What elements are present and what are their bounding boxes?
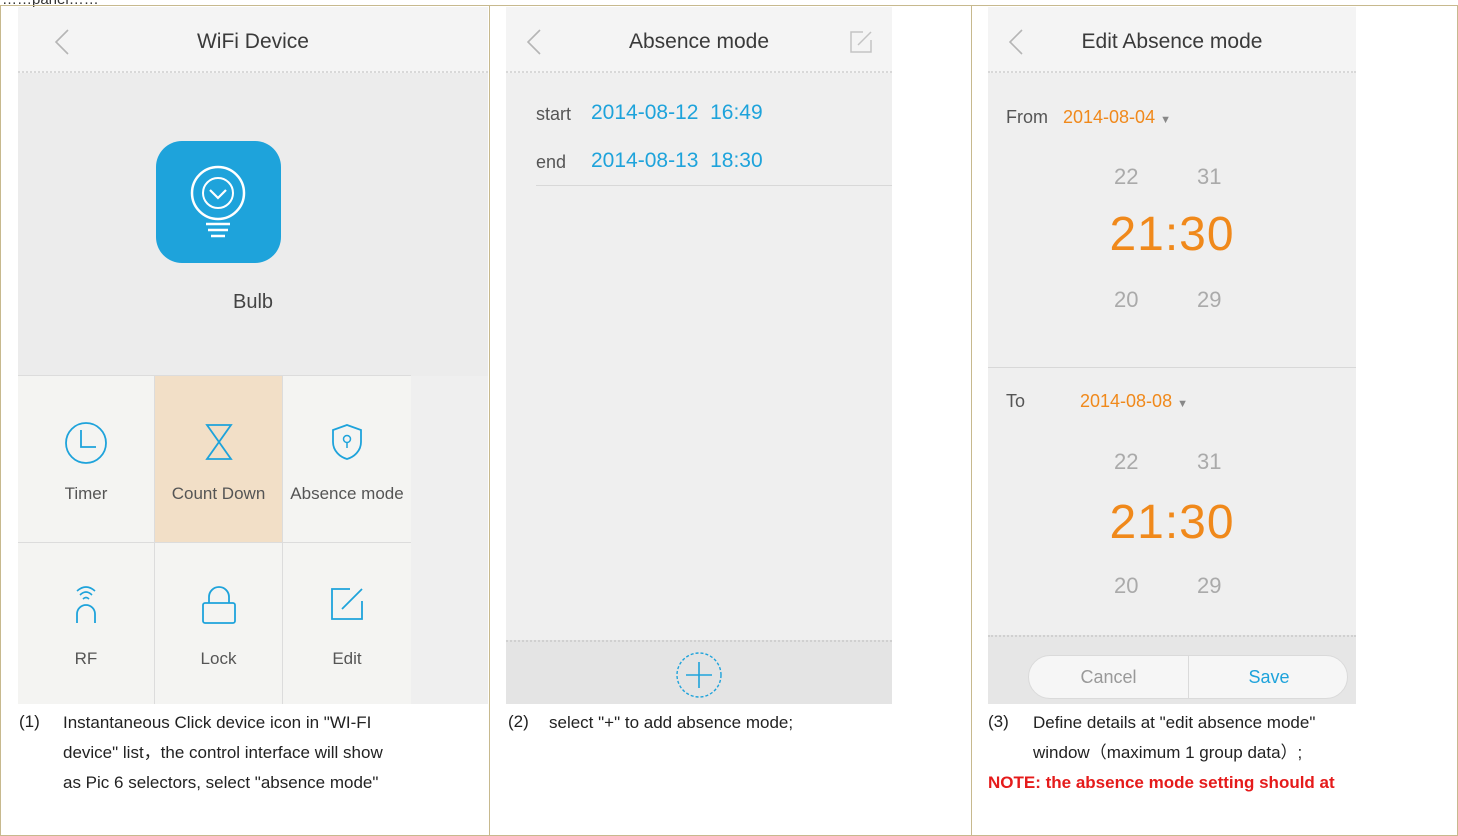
menu-label: Edit	[332, 649, 362, 668]
picker-next-hour[interactable]: 20	[1114, 287, 1138, 313]
cancel-button[interactable]: Cancel	[1029, 656, 1189, 698]
page-title: Edit Absence mode	[1081, 30, 1263, 53]
rf-signal-icon	[76, 586, 96, 623]
caption-number: (1)	[19, 712, 40, 731]
picker-next-minute[interactable]: 29	[1197, 287, 1221, 313]
page-title: Absence mode	[628, 30, 770, 53]
picker-next-minute[interactable]: 29	[1197, 573, 1221, 599]
end-datetime[interactable]: 2014-08-13 18:30	[591, 149, 763, 173]
caption-panel-2: select "+" to add absence mode;	[549, 713, 794, 732]
clock-icon	[65, 422, 107, 464]
action-pill: Cancel Save	[1028, 655, 1348, 699]
menu-label: Absence mode	[290, 484, 404, 503]
to-label: To	[1006, 391, 1026, 411]
picker-prev-minute[interactable]: 31	[1197, 449, 1221, 475]
menu-timer[interactable]: Timer	[18, 375, 155, 543]
screenshot-edit-absence-mode: Edit Absence mode From 2014-08-04 ▼ 22 3…	[988, 7, 1356, 704]
menu-rf[interactable]: RF	[18, 543, 155, 704]
header-bar: Absence mode	[506, 7, 892, 73]
document-table: WiFi Device Bulb Timer Count Down Absenc…	[0, 5, 1458, 836]
end-label: end	[536, 152, 567, 172]
column-divider	[971, 6, 972, 835]
caption-line: window（maximum 1 group data）;	[1033, 743, 1303, 762]
edit-icon	[331, 588, 363, 620]
picker-selected-time[interactable]: 21:30	[988, 495, 1356, 550]
menu-label: RF	[74, 649, 98, 668]
menu-lock[interactable]: Lock	[155, 543, 283, 704]
section-divider	[988, 367, 1356, 368]
menu-label: Timer	[64, 484, 108, 503]
hourglass-icon	[204, 424, 233, 460]
start-datetime[interactable]: 2014-08-12 16:49	[591, 101, 763, 125]
list-divider	[536, 185, 892, 186]
picker-prev-minute[interactable]: 31	[1197, 164, 1221, 190]
menu-absence-mode[interactable]: Absence mode	[283, 375, 411, 543]
menu-label: Count Down	[171, 484, 266, 503]
from-date-value: 2014-08-04	[1063, 107, 1156, 127]
from-label: From	[1006, 107, 1048, 127]
picker-prev-hour[interactable]: 22	[1114, 449, 1138, 475]
dropdown-icon: ▼	[1160, 114, 1171, 126]
edit-icon[interactable]	[848, 29, 874, 55]
start-label: start	[536, 104, 572, 124]
caption-line: Define details at "edit absence mode"	[1033, 713, 1316, 732]
caption-number: (3)	[988, 712, 1009, 731]
caption-line: device" list，the control interface will …	[63, 743, 383, 762]
to-date-value: 2014-08-08	[1080, 391, 1173, 411]
screenshot-wifi-device: WiFi Device Bulb Timer Count Down Absenc…	[18, 7, 488, 704]
lock-icon	[201, 586, 236, 624]
screenshot-absence-mode: Absence mode start 2014-08-12 16:49 end …	[506, 7, 892, 704]
bottom-bar	[506, 640, 892, 704]
menu-count-down[interactable]: Count Down	[155, 375, 283, 543]
header-bar: Edit Absence mode	[988, 7, 1356, 73]
from-date-select[interactable]: 2014-08-04 ▼	[1063, 107, 1171, 128]
column-divider	[489, 6, 490, 835]
save-button[interactable]: Save	[1189, 656, 1349, 698]
caption-line: as Pic 6 selectors, select "absence mode…	[63, 773, 379, 792]
note-text: NOTE: the absence mode setting should at	[988, 773, 1335, 792]
action-bar: Cancel Save	[988, 635, 1356, 704]
device-label: Bulb	[232, 291, 274, 313]
shield-icon	[332, 424, 362, 460]
caption-line: Instantaneous Click device icon in "WI-F…	[63, 713, 372, 732]
picker-next-hour[interactable]: 20	[1114, 573, 1138, 599]
page-title: WiFi Device	[196, 30, 309, 53]
bulb-device-button[interactable]	[156, 141, 281, 263]
menu-label: Lock	[200, 649, 237, 668]
picker-prev-hour[interactable]: 22	[1114, 164, 1138, 190]
bulb-icon	[190, 165, 246, 238]
add-button[interactable]	[674, 650, 724, 700]
to-date-select[interactable]: 2014-08-08 ▼	[1080, 391, 1188, 412]
header-bar: WiFi Device	[18, 7, 488, 73]
menu-edit[interactable]: Edit	[283, 543, 411, 704]
caption-number: (2)	[508, 712, 529, 731]
dropdown-icon: ▼	[1177, 398, 1188, 410]
caption-panel-1: Instantaneous Click device icon in "WI-F…	[63, 708, 483, 798]
picker-selected-time[interactable]: 21:30	[988, 207, 1356, 262]
caption-panel-3: Define details at "edit absence mode" wi…	[1033, 708, 1453, 768]
